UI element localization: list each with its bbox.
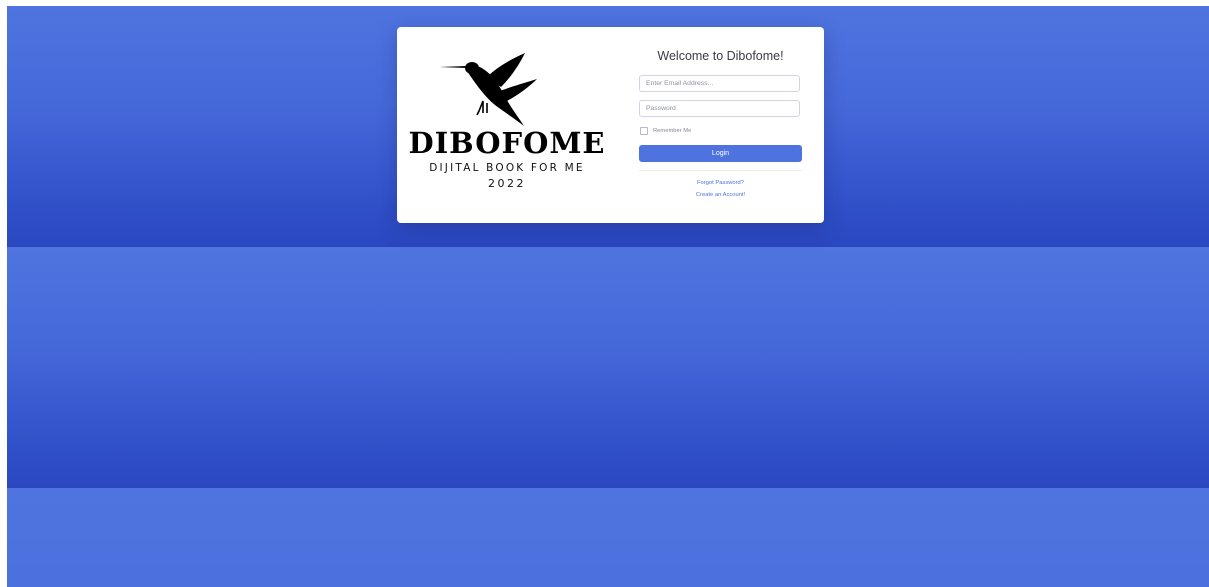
brand-panel: DIBOFOME DIJITAL BOOK FOR ME 2022 <box>397 27 617 223</box>
divider <box>639 170 802 171</box>
background-band <box>7 488 1209 587</box>
login-card: DIBOFOME DIJITAL BOOK FOR ME 2022 Welcom… <box>397 27 824 223</box>
forgot-password-link[interactable]: Forgot Password? <box>639 180 802 186</box>
login-form: Welcome to Dibofome! Remember Me Login F… <box>639 27 802 223</box>
page-title: Welcome to Dibofome! <box>657 49 784 63</box>
remember-me-label: Remember Me <box>653 128 692 134</box>
logo-year: 2022 <box>488 177 526 190</box>
page-background: DIBOFOME DIJITAL BOOK FOR ME 2022 Welcom… <box>7 6 1209 587</box>
remember-me-row[interactable]: Remember Me <box>639 126 691 136</box>
logo-tagline: DIJITAL BOOK FOR ME <box>429 162 585 174</box>
email-field[interactable] <box>639 75 800 92</box>
create-account-link[interactable]: Create an Account! <box>639 192 802 198</box>
background-band <box>7 247 1209 488</box>
login-button[interactable]: Login <box>639 145 802 162</box>
password-field[interactable] <box>639 100 800 117</box>
logo-wordmark: DIBOFOME <box>408 126 606 160</box>
hummingbird-icon <box>439 53 537 126</box>
remember-me-checkbox[interactable] <box>640 127 648 135</box>
